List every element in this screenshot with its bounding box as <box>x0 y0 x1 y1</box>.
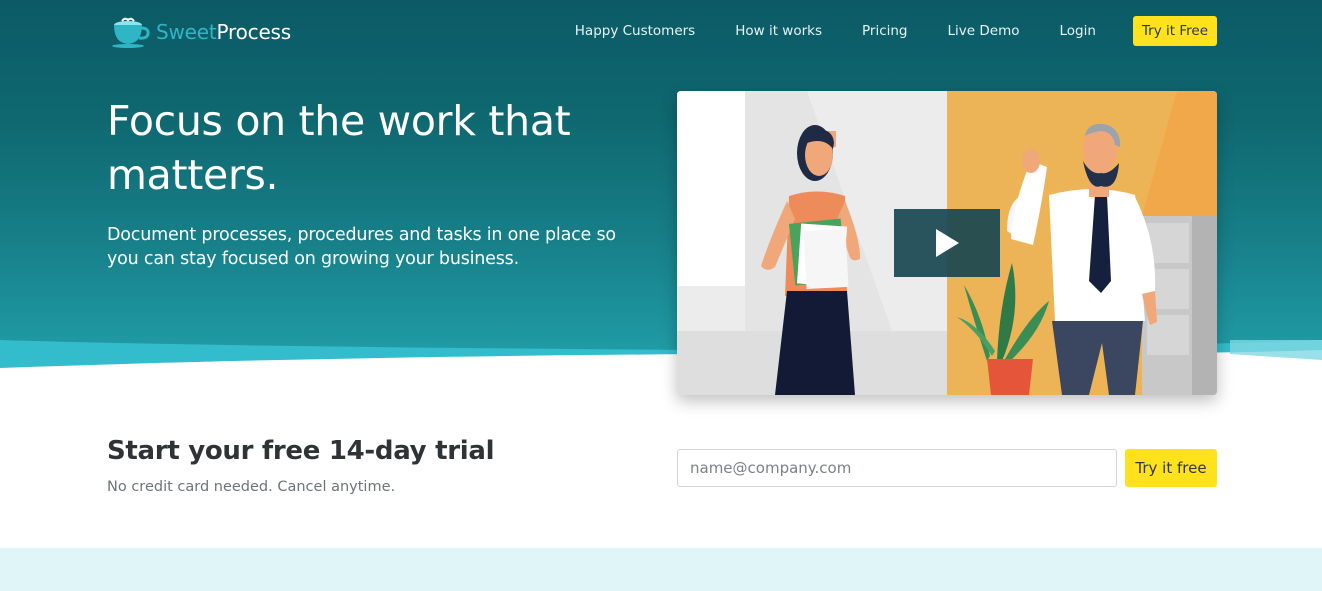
try-it-free-button[interactable]: Try it free <box>1125 449 1217 487</box>
hero-headline: Focus on the work that matters. <box>107 97 571 199</box>
nav-link-pricing[interactable]: Pricing <box>862 23 908 39</box>
video-play-button[interactable] <box>894 209 1000 277</box>
brand-logo[interactable]: SweetProcess <box>109 15 291 49</box>
trial-subtitle: No credit card needed. Cancel anytime. <box>107 479 396 495</box>
bottom-band <box>0 548 1322 591</box>
nav-link-how-it-works[interactable]: How it works <box>735 23 822 39</box>
email-input[interactable] <box>677 449 1117 487</box>
try-it-free-nav-button[interactable]: Try it Free <box>1132 16 1217 46</box>
brand-name-sweet: Sweet <box>156 20 217 44</box>
coffee-cup-logo-icon <box>112 17 150 48</box>
brand-name-process: Process <box>216 20 292 44</box>
main-nav: Happy Customers How it works Pricing Liv… <box>575 16 1217 46</box>
nav-link-live-demo[interactable]: Live Demo <box>948 23 1020 39</box>
trial-title: Start your free 14-day trial <box>107 436 495 466</box>
nav-link-login[interactable]: Login <box>1060 23 1096 39</box>
nav-link-happy-customers[interactable]: Happy Customers <box>575 23 695 39</box>
play-icon <box>936 229 959 257</box>
brand-name: SweetProcess <box>156 20 291 44</box>
top-navigation-bar: SweetProcess Happy Customers How it work… <box>0 0 1322 68</box>
explainer-video[interactable] <box>677 91 1217 395</box>
hero-subheadline: Document processes, procedures and tasks… <box>107 225 616 269</box>
